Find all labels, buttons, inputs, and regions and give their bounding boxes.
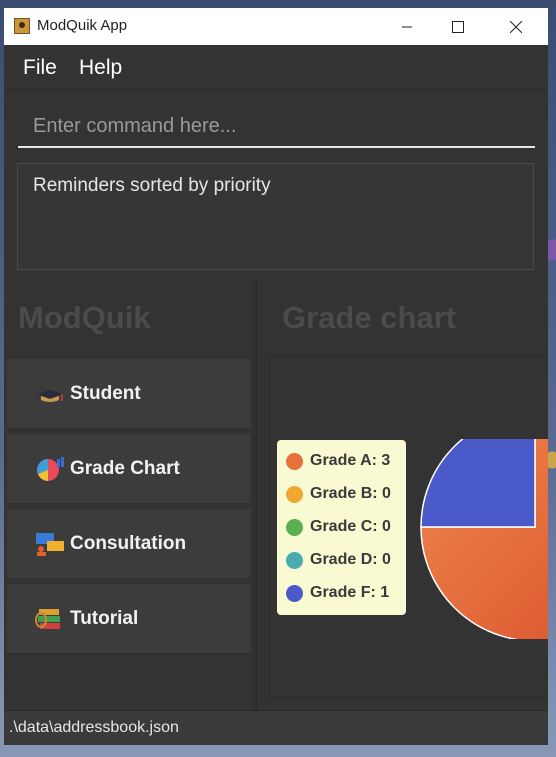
grade-chart-panel: Grade chart Grade A: 3 Grade B: 0 Grade C:… — [256, 280, 548, 710]
sidebar-item-label: Grade Chart — [70, 458, 180, 479]
sidebar-item-consultation[interactable]: Consultation — [7, 509, 250, 579]
legend-item: Grade A: 3 — [286, 450, 390, 472]
window-title: ModQuik App — [37, 17, 128, 34]
maximize-button[interactable] — [435, 8, 481, 45]
legend-label: Grade B: 0 — [310, 485, 391, 502]
command-input[interactable] — [18, 108, 535, 144]
close-icon — [510, 20, 522, 33]
legend-label: Grade A: 3 — [310, 452, 391, 469]
status-bar: .\data\addressbook.json — [4, 710, 548, 745]
consultation-icon — [36, 533, 64, 556]
sidebar-item-student[interactable]: Student — [7, 359, 250, 429]
chart-legend: Grade A: 3 Grade B: 0 Grade C: 0 Grade D: 0… — [277, 440, 406, 615]
legend-label: Grade C: 0 — [310, 518, 391, 535]
legend-swatch — [286, 551, 303, 569]
sidebar-item-label: Tutorial — [70, 608, 139, 629]
sidebar: ModQuik Student Grade Chart Consultation… — [4, 280, 255, 710]
pie-slice-grade-f — [420, 439, 536, 528]
sidebar-title: ModQuik — [18, 300, 151, 335]
legend-item: Grade B: 0 — [286, 483, 391, 505]
result-text: Reminders sorted by priority — [33, 175, 271, 196]
legend-swatch — [286, 518, 303, 536]
menu-help[interactable]: Help — [79, 56, 122, 80]
sidebar-item-label: Consultation — [70, 533, 187, 554]
legend-label: Grade D: 0 — [310, 551, 391, 568]
pie-chart — [420, 439, 548, 639]
legend-item: Grade C: 0 — [286, 516, 391, 538]
app-icon — [14, 18, 30, 34]
legend-swatch — [286, 584, 303, 602]
close-button[interactable] — [493, 8, 539, 45]
legend-item: Grade D: 0 — [286, 549, 391, 571]
chart-area: Grade A: 3 Grade B: 0 Grade C: 0 Grade D: 0… — [269, 356, 548, 698]
pie-chart-icon — [37, 457, 64, 481]
title-bar: ModQuik App — [4, 8, 548, 45]
minimize-icon — [402, 26, 412, 27]
maximize-icon — [452, 20, 464, 33]
menu-file[interactable]: File — [23, 56, 57, 80]
legend-swatch — [286, 452, 303, 470]
minimize-button[interactable] — [384, 8, 430, 45]
sidebar-item-grade-chart[interactable]: Grade Chart — [7, 434, 250, 504]
books-icon — [35, 609, 60, 629]
app-window: ModQuik App File Help Reminders sorted b… — [4, 8, 548, 745]
command-box — [18, 108, 535, 148]
result-display: Reminders sorted by priority — [17, 163, 534, 270]
menu-bar: File Help — [4, 45, 548, 90]
graduation-cap-icon — [37, 390, 63, 402]
legend-item: Grade F: 1 — [286, 582, 389, 604]
sidebar-item-tutorial[interactable]: Tutorial — [7, 584, 250, 654]
chart-title: Grade chart — [282, 300, 457, 335]
sidebar-item-label: Student — [70, 383, 141, 404]
legend-swatch — [286, 485, 303, 503]
data-file-path: .\data\addressbook.json — [9, 719, 179, 736]
legend-label: Grade F: 1 — [310, 584, 390, 601]
